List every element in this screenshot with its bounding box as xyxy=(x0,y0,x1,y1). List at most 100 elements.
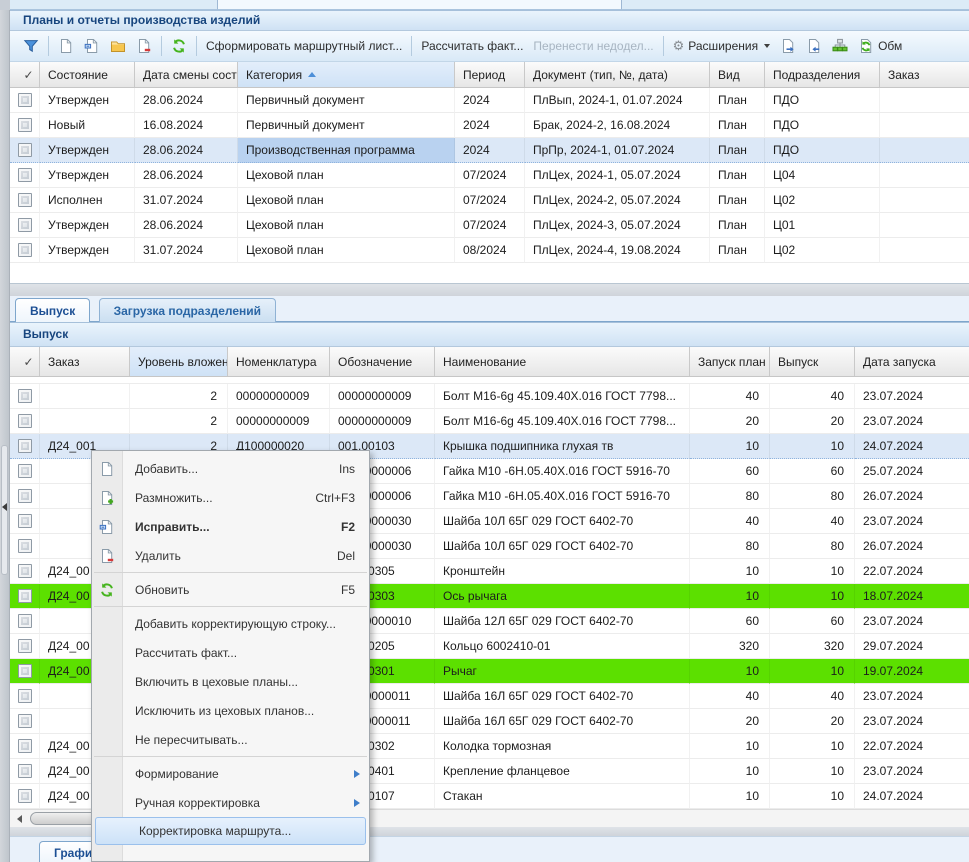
header-name[interactable]: Наименование xyxy=(435,347,690,376)
row-checkbox[interactable] xyxy=(18,664,32,678)
cell-document: ПлЦех, 2024-2, 05.07.2024 xyxy=(525,188,710,213)
plan-row[interactable]: Утвержден 28.06.2024 Первичный документ … xyxy=(10,88,969,113)
menu-item-manual-correction[interactable]: Ручная корректировка xyxy=(92,788,369,817)
header-state-date[interactable]: Дата смены состояния xyxy=(135,62,238,87)
row-checkbox[interactable] xyxy=(18,764,32,778)
cell-name: Шайба 12Л 65Г 029 ГОСТ 6402-70 xyxy=(435,609,690,634)
header-output[interactable]: Выпуск xyxy=(770,347,855,376)
row-checkbox[interactable] xyxy=(18,414,32,428)
refresh-icon xyxy=(92,582,122,598)
add-button[interactable] xyxy=(53,36,79,56)
new-document-icon xyxy=(58,38,74,54)
header-period[interactable]: Период xyxy=(455,62,525,87)
menu-item-calc-fact[interactable]: Рассчитать факт... xyxy=(92,638,369,667)
left-collapse-splitter[interactable] xyxy=(0,10,10,862)
header-state[interactable]: Состояние xyxy=(40,62,135,87)
calc-fact-button[interactable]: Рассчитать факт... xyxy=(416,37,528,55)
row-checkbox[interactable] xyxy=(18,464,32,478)
row-checkbox[interactable] xyxy=(18,218,32,232)
export-button[interactable] xyxy=(775,36,801,56)
menu-item-add[interactable]: Добавить... Ins xyxy=(92,454,369,483)
menu-item-add-correction-row[interactable]: Добавить корректирующую строку... xyxy=(92,609,369,638)
row-checkbox[interactable] xyxy=(18,439,32,453)
row-checkbox[interactable] xyxy=(18,93,32,107)
header-check-column[interactable]: ✓ xyxy=(10,62,40,87)
cell-name: Гайка М10 -6Н.05.40Х.016 ГОСТ 5916-70 xyxy=(435,484,690,509)
header-nomenclature[interactable]: Номенклатура xyxy=(228,347,330,376)
menu-item-refresh[interactable]: Обновить F5 xyxy=(92,575,369,604)
cell-nesting-level: 2 xyxy=(130,384,228,409)
header-order[interactable]: Заказ xyxy=(40,347,130,376)
row-checkbox[interactable] xyxy=(18,539,32,553)
filter-funnel-icon xyxy=(23,38,39,54)
menu-item-delete[interactable]: Удалить Del xyxy=(92,541,369,570)
row-checkbox[interactable] xyxy=(18,639,32,653)
row-checkbox[interactable] xyxy=(18,514,32,528)
row-checkbox[interactable] xyxy=(18,614,32,628)
row-checkbox[interactable] xyxy=(18,589,32,603)
cell-name: Шайба 16Л 65Г 029 ГОСТ 6402-70 xyxy=(435,709,690,734)
row-checkbox[interactable] xyxy=(18,489,32,503)
vypusk-row[interactable]: 2 00000000009 00000000009 Болт М16-6g 45… xyxy=(10,384,969,409)
row-checkbox[interactable] xyxy=(18,789,32,803)
cell-category: Производственная программа xyxy=(238,138,455,163)
plan-row[interactable]: Новый 16.08.2024 Первичный документ 2024… xyxy=(10,113,969,138)
header-nesting-level[interactable]: Уровень вложенности xyxy=(130,347,228,376)
delete-button[interactable] xyxy=(131,36,157,56)
header-check-column[interactable]: ✓ xyxy=(10,347,40,376)
menu-item-edit[interactable]: Исправить... F2 xyxy=(92,512,369,541)
open-button[interactable] xyxy=(105,36,131,56)
refresh-button[interactable] xyxy=(166,36,192,56)
plan-row[interactable]: Утвержден 31.07.2024 Цеховой план 08/202… xyxy=(10,238,969,263)
partially-scrolled-row[interactable]: Д24_0 Д100000 001.0 xyxy=(10,377,969,384)
row-checkbox[interactable] xyxy=(18,243,32,257)
row-checkbox[interactable] xyxy=(18,118,32,132)
row-checkbox[interactable] xyxy=(18,193,32,207)
tab-vypusk[interactable]: Выпуск xyxy=(15,298,90,323)
header-designation[interactable]: Обозначение xyxy=(330,347,435,376)
cell-period: 07/2024 xyxy=(455,163,525,188)
menu-item-route-correction[interactable]: Корректировка маршрута... xyxy=(95,817,366,845)
plan-row[interactable]: Утвержден 28.06.2024 Цеховой план 07/202… xyxy=(10,163,969,188)
row-checkbox[interactable] xyxy=(18,389,32,403)
cell-order xyxy=(880,213,969,238)
cell-state: Утвержден xyxy=(40,163,135,188)
row-checkbox[interactable] xyxy=(18,739,32,753)
header-document[interactable]: Документ (тип, №, дата) xyxy=(525,62,710,87)
row-checkbox[interactable] xyxy=(18,564,32,578)
header-launch-date[interactable]: Дата запуска xyxy=(855,347,969,376)
menu-item-exclude-shop-plans[interactable]: Исключить из цеховых планов... xyxy=(92,696,369,725)
scroll-left-button[interactable] xyxy=(12,812,27,826)
header-category[interactable]: Категория xyxy=(238,62,455,87)
plan-row[interactable]: Утвержден 28.06.2024 Цеховой план 07/202… xyxy=(10,213,969,238)
plan-row[interactable]: Утвержден 28.06.2024 Производственная пр… xyxy=(10,138,969,163)
hierarchy-button[interactable] xyxy=(827,36,853,56)
tab-zagruzka-podrazdelenij[interactable]: Загрузка подразделений xyxy=(99,298,276,322)
header-department[interactable]: Подразделения xyxy=(765,62,880,87)
panel-splitter[interactable] xyxy=(10,284,969,296)
extensions-button[interactable]: ⚙ Расширения xyxy=(668,36,775,56)
cell-order xyxy=(880,163,969,188)
cell-document: ПрПр, 2024-1, 01.07.2024 xyxy=(525,138,710,163)
menu-item-duplicate[interactable]: Размножить... Ctrl+F3 xyxy=(92,483,369,512)
row-checkbox[interactable] xyxy=(18,143,32,157)
cell-output: 10 xyxy=(770,584,855,609)
menu-item-formation[interactable]: Формирование xyxy=(92,759,369,788)
row-checkbox[interactable] xyxy=(18,168,32,182)
header-launch-plan[interactable]: Запуск план xyxy=(690,347,770,376)
vypusk-row[interactable]: 2 00000000009 00000000009 Болт М16-6g 45… xyxy=(10,409,969,434)
cell-launch-date: 29.07.2024 xyxy=(855,634,969,659)
header-order[interactable]: Заказ xyxy=(880,62,969,87)
plan-row[interactable]: Исполнен 31.07.2024 Цеховой план 07/2024… xyxy=(10,188,969,213)
edit-button[interactable] xyxy=(79,36,105,56)
header-kind[interactable]: Вид xyxy=(710,62,765,87)
import-button[interactable] xyxy=(801,36,827,56)
row-checkbox[interactable] xyxy=(18,689,32,703)
format-route-list-button[interactable]: Сформировать маршрутный лист... xyxy=(201,37,407,55)
row-checkbox[interactable] xyxy=(18,714,32,728)
filter-button[interactable] xyxy=(18,36,44,56)
exchange-button[interactable]: Обм xyxy=(853,36,907,56)
menu-item-no-recalc[interactable]: Не пересчитывать... xyxy=(92,725,369,754)
cell-name: Кронштейн xyxy=(435,559,690,584)
menu-item-include-shop-plans[interactable]: Включить в цеховые планы... xyxy=(92,667,369,696)
